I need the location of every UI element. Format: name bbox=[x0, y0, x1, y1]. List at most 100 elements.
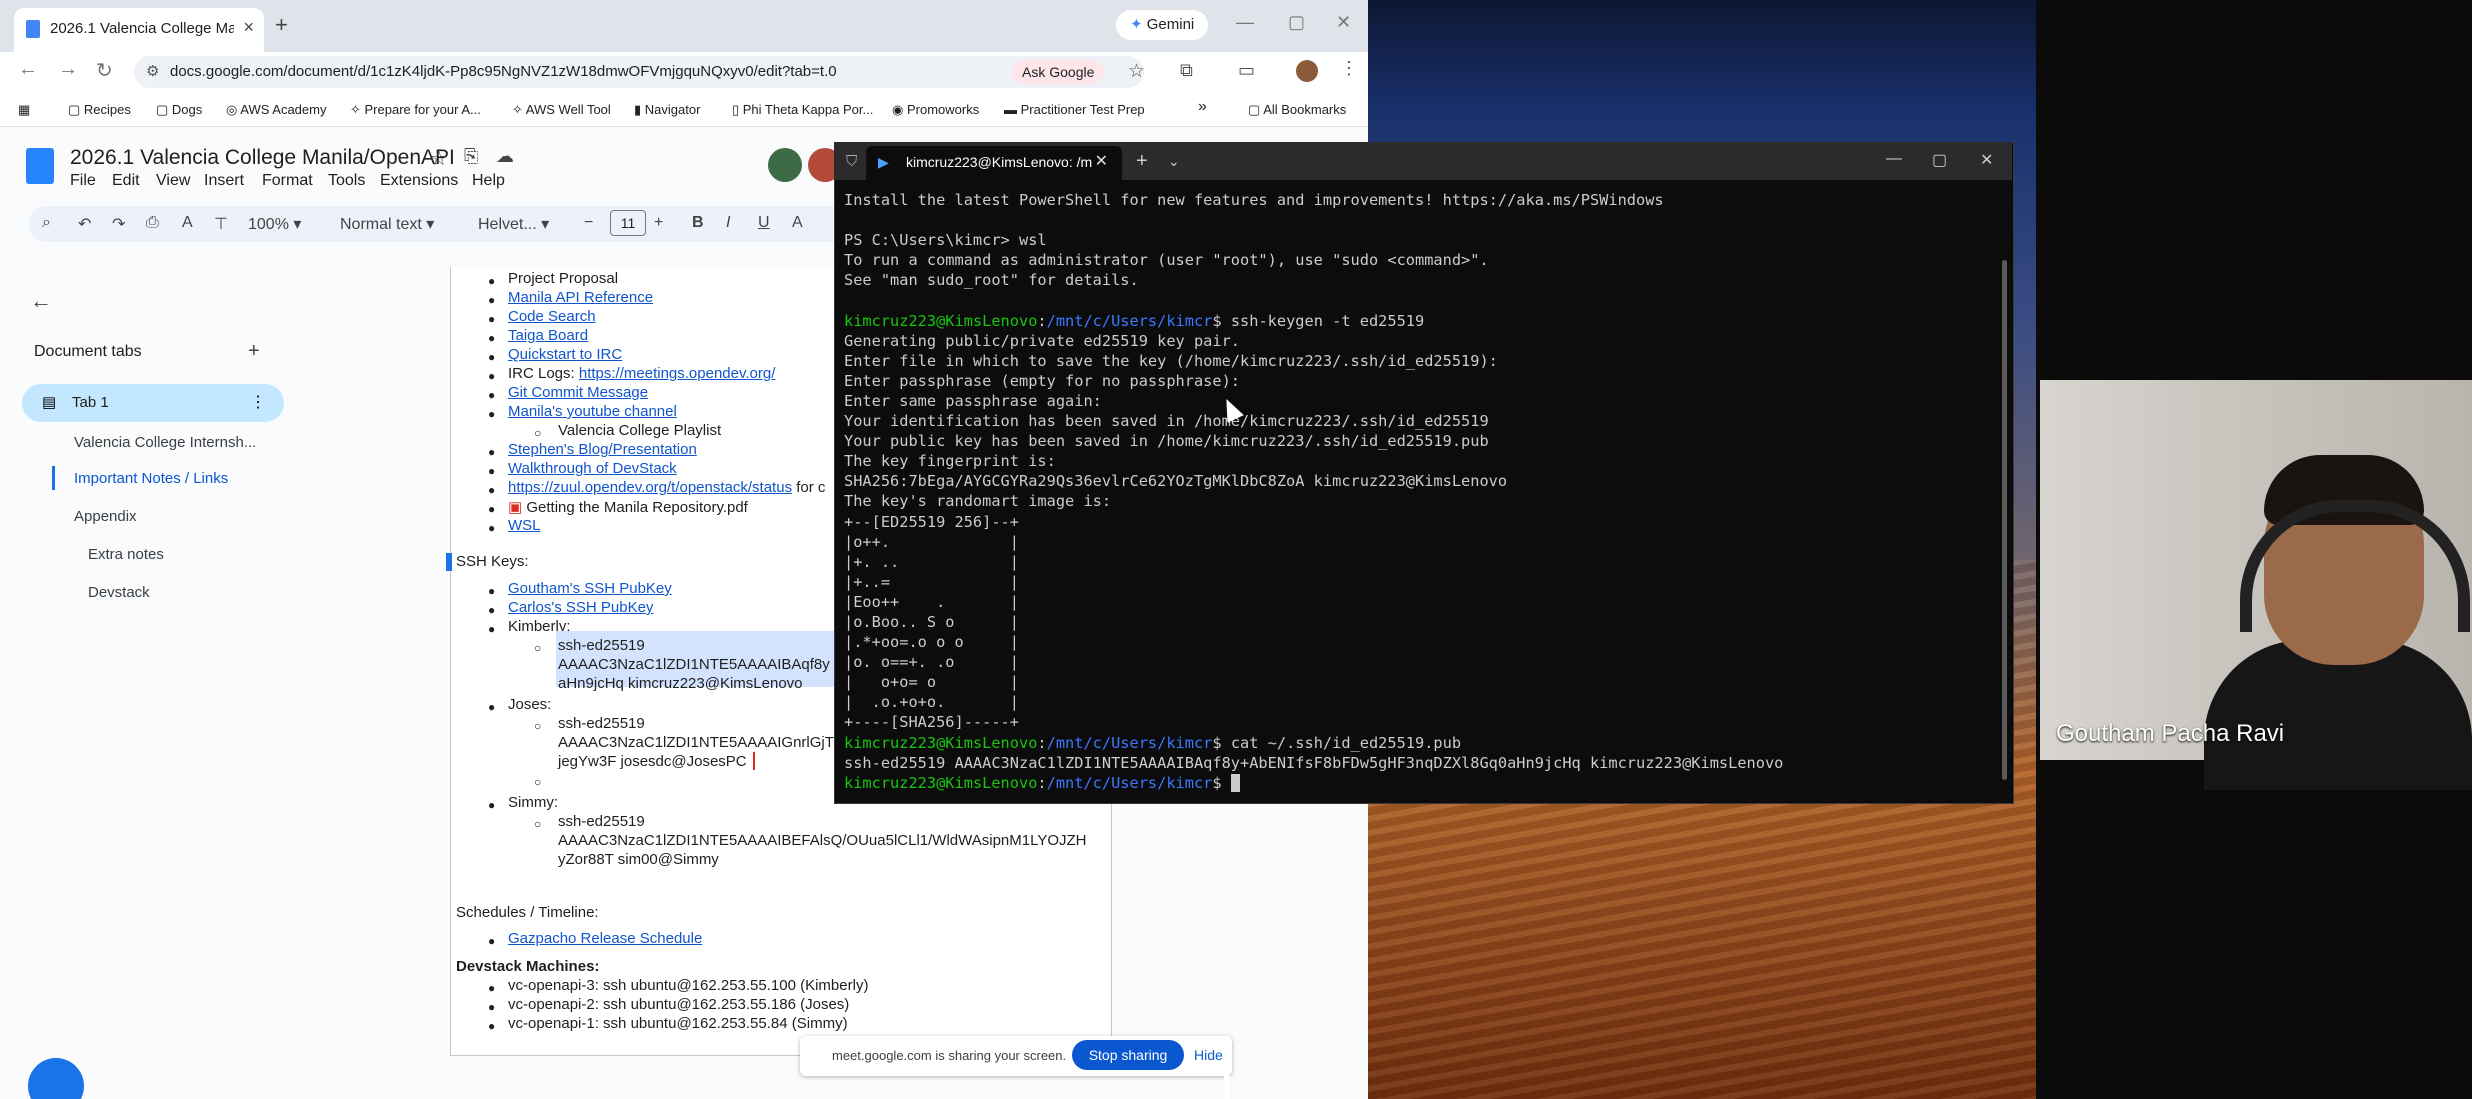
reload-icon[interactable]: ↻ bbox=[96, 58, 113, 83]
print-icon[interactable]: ⎙ bbox=[146, 214, 159, 232]
bookmark-promoworks[interactable]: ◉ Promoworks bbox=[892, 102, 979, 118]
tab-1-label: Tab 1 bbox=[72, 394, 109, 411]
close-tab-icon[interactable]: × bbox=[243, 17, 254, 38]
font-size-increase[interactable]: + bbox=[654, 214, 663, 232]
terminal-scrollbar[interactable] bbox=[2002, 260, 2007, 780]
font-size-input[interactable]: 11 bbox=[610, 210, 646, 236]
menu-view[interactable]: View bbox=[156, 172, 190, 190]
gemini-button[interactable]: ✦ Gemini bbox=[1116, 10, 1209, 40]
apps-icon[interactable]: ▦ bbox=[18, 102, 30, 118]
bookmark-phi-theta[interactable]: ▯ Phi Theta Kappa Por... bbox=[732, 102, 873, 118]
doc-link[interactable]: Manila's youtube channel bbox=[508, 403, 677, 420]
menu-extensions[interactable]: Extensions bbox=[380, 172, 458, 190]
hide-share-bar-link[interactable]: Hide bbox=[1194, 1047, 1223, 1063]
menu-edit[interactable]: Edit bbox=[112, 172, 140, 190]
new-tab-button[interactable]: + bbox=[275, 12, 288, 38]
ssh-key-text: AAAAC3NzaC1lZDI1NTE5AAAAIGnrlGjT bbox=[558, 734, 834, 751]
doc-link[interactable]: https://zuul.opendev.org/t/openstack/sta… bbox=[508, 479, 792, 496]
doc-link[interactable]: Taiga Board bbox=[508, 327, 588, 344]
font-size-decrease[interactable]: − bbox=[584, 214, 593, 232]
doc-link[interactable]: Walkthrough of DevStack bbox=[508, 460, 677, 477]
ask-google-button[interactable]: Ask Google bbox=[1012, 60, 1105, 84]
font-select[interactable]: Helvet... ▾ bbox=[478, 214, 549, 234]
style-select[interactable]: Normal text ▾ bbox=[340, 214, 434, 234]
outline-item[interactable]: Valencia College Internsh... bbox=[74, 434, 256, 451]
close-window-icon[interactable]: ✕ bbox=[1980, 150, 1993, 170]
bookmark-prepare[interactable]: ✧ Prepare for your A... bbox=[350, 102, 481, 118]
list-item: Joses: bbox=[508, 696, 552, 713]
doc-link[interactable]: Goutham's SSH PubKey bbox=[508, 580, 672, 597]
back-icon[interactable]: ← bbox=[18, 58, 38, 81]
new-terminal-tab-button[interactable]: + bbox=[1136, 150, 1148, 173]
bookmark-navigator[interactable]: ▮ Navigator bbox=[634, 102, 700, 118]
participant-name: Goutham Pacha Ravi bbox=[2056, 720, 2285, 747]
bold-icon[interactable]: B bbox=[692, 214, 704, 232]
bookmark-aws-academy[interactable]: ◎ AWS Academy bbox=[226, 102, 326, 118]
browser-tab[interactable]: 2026.1 Valencia College Manila × bbox=[14, 8, 264, 52]
doc-link[interactable]: https://meetings.opendev.org/ bbox=[579, 365, 776, 382]
outline-item[interactable]: Devstack bbox=[88, 584, 150, 601]
doc-link[interactable]: Manila API Reference bbox=[508, 289, 653, 306]
document-title[interactable]: 2026.1 Valencia College Manila/OpenAPI bbox=[70, 146, 455, 170]
star-icon[interactable]: ☆ bbox=[430, 146, 448, 171]
cast-icon[interactable]: ▭ bbox=[1238, 60, 1255, 81]
bookmarks-overflow[interactable]: » bbox=[1198, 98, 1207, 116]
doc-link[interactable]: Git Commit Message bbox=[508, 384, 648, 401]
menu-tools[interactable]: Tools bbox=[328, 172, 365, 190]
close-tab-icon[interactable]: ✕ bbox=[1095, 151, 1108, 171]
collaborator-avatar[interactable] bbox=[768, 148, 802, 182]
extensions-icon[interactable]: ⧉ bbox=[1180, 60, 1193, 81]
search-icon[interactable]: ⌕ bbox=[42, 214, 51, 232]
forward-icon[interactable]: → bbox=[58, 58, 78, 81]
underline-icon[interactable]: U bbox=[758, 214, 770, 232]
stop-sharing-button[interactable]: Stop sharing bbox=[1072, 1040, 1184, 1070]
outline-item[interactable]: Extra notes bbox=[88, 546, 164, 563]
outline-item[interactable]: Appendix bbox=[74, 508, 137, 525]
all-bookmarks[interactable]: ▢ All Bookmarks bbox=[1248, 102, 1346, 118]
move-icon[interactable]: ⎘ bbox=[464, 146, 478, 167]
spellcheck-icon[interactable]: A bbox=[182, 214, 193, 232]
maximize-icon[interactable]: ▢ bbox=[1288, 12, 1305, 33]
close-window-icon[interactable]: ✕ bbox=[1336, 12, 1351, 33]
list-item: vc-openapi-3: ssh ubuntu@162.253.55.100 … bbox=[508, 977, 869, 994]
doc-link[interactable]: Gazpacho Release Schedule bbox=[508, 930, 702, 947]
maximize-icon[interactable]: ▢ bbox=[1932, 150, 1947, 170]
menu-format[interactable]: Format bbox=[262, 172, 313, 190]
bookmark-star-icon[interactable]: ☆ bbox=[1128, 60, 1145, 83]
menu-file[interactable]: File bbox=[70, 172, 96, 190]
doc-link[interactable]: Quickstart to IRC bbox=[508, 346, 622, 363]
back-arrow-icon[interactable]: ← bbox=[30, 288, 52, 314]
terminal-tab[interactable]: ▶ kimcruz223@KimsLenovo: /m ✕ bbox=[866, 146, 1122, 180]
italic-icon[interactable]: I bbox=[726, 214, 730, 232]
bookmark-practitioner[interactable]: ▬ Practitioner Test Prep bbox=[1004, 102, 1145, 117]
profile-avatar[interactable] bbox=[1296, 60, 1318, 82]
undo-icon[interactable]: ↶ bbox=[78, 214, 91, 234]
outline-item-active[interactable]: Important Notes / Links bbox=[74, 470, 228, 487]
tab-options-icon[interactable]: ⋮ bbox=[250, 392, 266, 412]
paint-format-icon[interactable]: ⊤ bbox=[214, 214, 228, 234]
ssh-key-text: yZor88T sim00@Simmy bbox=[558, 851, 719, 868]
doc-link[interactable]: Code Search bbox=[508, 308, 596, 325]
minimize-icon[interactable]: — bbox=[1886, 150, 1902, 168]
site-info-icon[interactable]: ⚙ bbox=[146, 62, 159, 80]
terminal-output: Install the latest PowerShell for new fe… bbox=[844, 191, 1784, 792]
pdf-chip[interactable]: ▣ Getting the Manila Repository.pdf bbox=[508, 498, 748, 516]
add-tab-button[interactable]: + bbox=[248, 340, 260, 363]
tab-dropdown-icon[interactable]: ⌄ bbox=[1168, 153, 1180, 170]
menu-insert[interactable]: Insert bbox=[204, 172, 244, 190]
menu-help[interactable]: Help bbox=[472, 172, 505, 190]
text-color-icon[interactable]: A bbox=[792, 214, 803, 232]
redo-icon[interactable]: ↷ bbox=[112, 214, 125, 234]
doc-link[interactable]: Carlos's SSH PubKey bbox=[508, 599, 653, 616]
bookmark-recipes[interactable]: ▢ Recipes bbox=[68, 102, 131, 118]
minimize-icon[interactable]: — bbox=[1236, 12, 1254, 33]
bookmark-dogs[interactable]: ▢ Dogs bbox=[156, 102, 202, 118]
zoom-select[interactable]: 100% ▾ bbox=[248, 214, 301, 234]
tab-1[interactable]: ▤ Tab 1 ⋮ bbox=[22, 384, 284, 422]
bookmark-aws-well-tool[interactable]: ✧ AWS Well Tool bbox=[512, 102, 611, 118]
doc-link[interactable]: Stephen's Blog/Presentation bbox=[508, 441, 697, 458]
doc-link[interactable]: WSL bbox=[508, 517, 541, 534]
docs-logo-icon[interactable] bbox=[26, 148, 54, 184]
terminal-tab-title: kimcruz223@KimsLenovo: /m bbox=[906, 154, 1093, 170]
more-menu-icon[interactable]: ⋮ bbox=[1340, 58, 1358, 79]
